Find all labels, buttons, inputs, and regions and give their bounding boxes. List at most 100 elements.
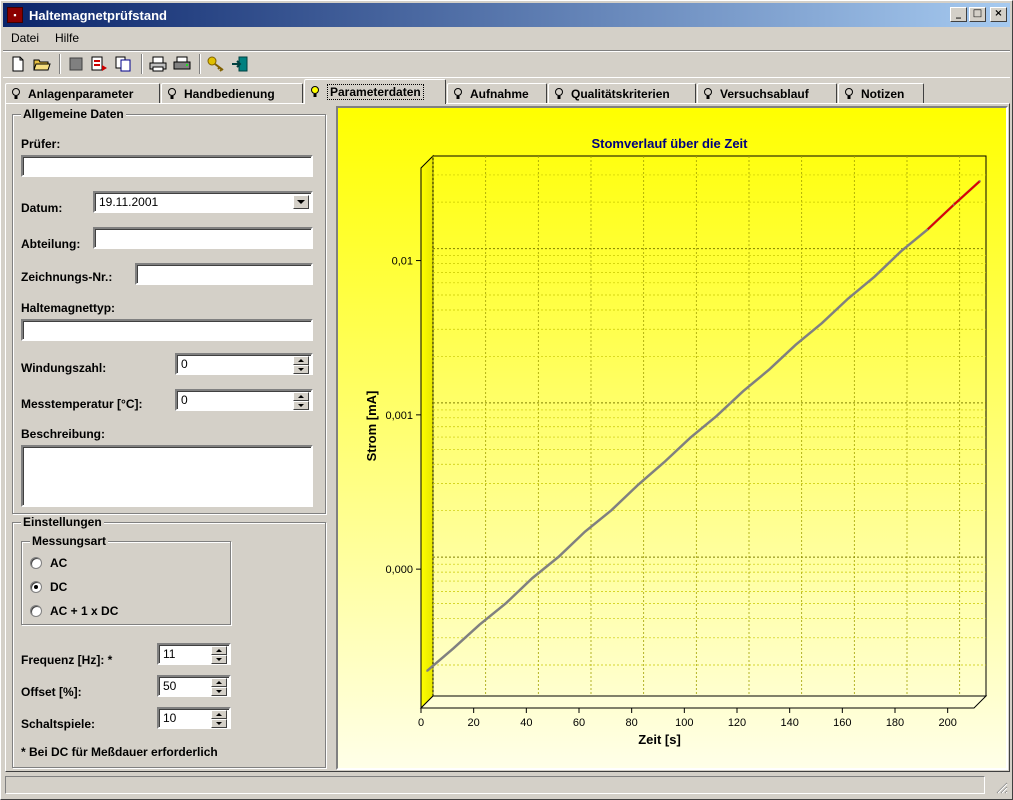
key-icon[interactable] xyxy=(205,53,227,75)
tab-strip: Anlagenparameter Handbedienung Parameter… xyxy=(5,79,1010,104)
windungen-value: 0 xyxy=(181,357,188,371)
data-point xyxy=(584,530,586,533)
pruefer-input[interactable] xyxy=(21,155,313,177)
x-tick-label: 100 xyxy=(675,717,693,729)
messungsart-title: Messungsart xyxy=(30,534,109,548)
resize-grip-icon[interactable] xyxy=(994,780,1008,794)
frequenz-label: Frequenz [Hz]: * xyxy=(21,653,113,667)
tab-aufnahme[interactable]: Aufnahme xyxy=(447,83,547,103)
bulb-icon xyxy=(168,87,176,99)
schaltspiele-value: 10 xyxy=(163,711,177,725)
spin-up-icon[interactable] xyxy=(211,678,227,687)
tab-parameterdaten[interactable]: Parameterdaten xyxy=(304,79,446,104)
minimize-button[interactable]: _ xyxy=(950,7,967,22)
radio-ac[interactable]: AC xyxy=(30,556,67,570)
frequenz-value: 11 xyxy=(163,647,176,661)
datum-combobox[interactable]: 19.11.2001 xyxy=(93,191,313,213)
copy-icon[interactable] xyxy=(113,53,135,75)
temp-spinbox[interactable]: 0 xyxy=(175,389,313,411)
y-tick-label: 0,01 xyxy=(392,256,413,268)
spin-down-icon[interactable] xyxy=(211,687,227,696)
datum-label: Datum: xyxy=(21,201,63,215)
bulb-icon xyxy=(845,87,853,99)
settings-group: Einstellungen Messungsart AC DC AC + 1 x… xyxy=(12,515,326,768)
beschreibung-textarea[interactable] xyxy=(21,445,313,507)
data-point xyxy=(794,344,797,346)
frequenz-spinbox[interactable]: 11 xyxy=(157,643,231,665)
tab-notizen[interactable]: Notizen xyxy=(838,83,924,103)
data-point xyxy=(531,577,534,579)
spin-down-icon[interactable] xyxy=(211,655,227,664)
tab-qualitaetskriterien[interactable]: Qualitätskriterien xyxy=(548,83,696,103)
data-point xyxy=(689,436,692,439)
data-point xyxy=(926,228,929,231)
abteilung-input[interactable] xyxy=(93,227,313,249)
close-button[interactable]: × xyxy=(990,7,1007,22)
status-bar xyxy=(5,774,1010,796)
spin-up-icon[interactable] xyxy=(211,646,227,655)
chart-side-wall xyxy=(420,154,434,710)
offset-label: Offset [%]: xyxy=(21,685,82,699)
printer-setup-icon[interactable] xyxy=(171,53,193,75)
data-point xyxy=(452,647,455,650)
spin-up-icon[interactable] xyxy=(211,710,227,719)
data-point xyxy=(505,602,507,605)
bulb-icon xyxy=(555,87,563,99)
spin-down-icon[interactable] xyxy=(293,365,309,374)
menu-datei[interactable]: Datei xyxy=(3,31,47,45)
temp-value: 0 xyxy=(181,393,188,407)
stop-icon[interactable] xyxy=(65,53,87,75)
x-tick-label: 0 xyxy=(418,717,424,729)
bulb-icon xyxy=(12,87,20,99)
schaltspiele-spinbox[interactable]: 10 xyxy=(157,707,231,729)
spin-down-icon[interactable] xyxy=(211,719,227,728)
typ-input[interactable] xyxy=(21,319,313,341)
data-point xyxy=(636,484,639,487)
spin-up-icon[interactable] xyxy=(293,356,309,365)
data-point xyxy=(952,204,955,206)
menu-hilfe[interactable]: Hilfe xyxy=(47,31,87,45)
tab-handbedienung[interactable]: Handbedienung xyxy=(161,83,303,103)
x-tick-label: 40 xyxy=(520,717,532,729)
spin-down-icon[interactable] xyxy=(293,401,309,410)
export-icon[interactable] xyxy=(89,53,111,75)
zeichnung-label: Zeichnungs-Nr.: xyxy=(21,270,113,284)
typ-label: Haltemagnettyp: xyxy=(21,301,116,315)
print-icon[interactable] xyxy=(147,53,169,75)
chart-background xyxy=(338,108,1006,768)
new-file-icon[interactable] xyxy=(7,53,29,75)
data-point xyxy=(663,461,665,464)
chevron-down-icon[interactable] xyxy=(293,195,309,209)
window-title: Haltemagnetprüfstand xyxy=(29,7,167,23)
x-axis-label: Zeit [s] xyxy=(638,732,681,747)
radio-dc[interactable]: DC xyxy=(30,580,67,594)
tab-versuchsablauf[interactable]: Versuchsablauf xyxy=(697,83,837,103)
radio-ac-dc[interactable]: AC + 1 x DC xyxy=(30,604,118,618)
offset-spinbox[interactable]: 50 xyxy=(157,675,231,697)
exit-icon[interactable] xyxy=(229,53,251,75)
y-tick-label: 0,001 xyxy=(385,410,413,422)
data-point xyxy=(742,390,744,393)
data-point xyxy=(821,322,823,324)
y-tick-label: 0,000 xyxy=(385,564,413,576)
bulb-icon-on xyxy=(311,86,319,97)
data-point xyxy=(610,509,613,512)
x-tick-label: 180 xyxy=(886,717,904,729)
maximize-button[interactable]: □ xyxy=(969,7,986,22)
x-tick-label: 80 xyxy=(626,717,638,729)
zeichnung-input[interactable] xyxy=(135,263,313,285)
chart-title: Stomverlauf über die Zeit xyxy=(591,136,748,151)
open-folder-icon[interactable] xyxy=(31,53,53,75)
x-tick-label: 140 xyxy=(780,717,798,729)
title-bar[interactable]: ▪ Haltemagnetprüfstand _ □ × xyxy=(3,3,1010,27)
current-chart: 0 20 40 60 80 100 120 140 160 180 200 0,000 0,001 0,0… xyxy=(338,108,1006,768)
x-tick-label: 200 xyxy=(938,717,956,729)
radio-dot-selected xyxy=(30,581,42,593)
toolbar-separator xyxy=(59,54,61,74)
app-icon: ▪ xyxy=(7,7,23,23)
spin-up-icon[interactable] xyxy=(293,392,309,401)
windungen-spinbox[interactable]: 0 xyxy=(175,353,313,375)
tab-anlagenparameter[interactable]: Anlagenparameter xyxy=(5,83,160,103)
data-point xyxy=(478,623,481,626)
data-point xyxy=(715,415,718,417)
